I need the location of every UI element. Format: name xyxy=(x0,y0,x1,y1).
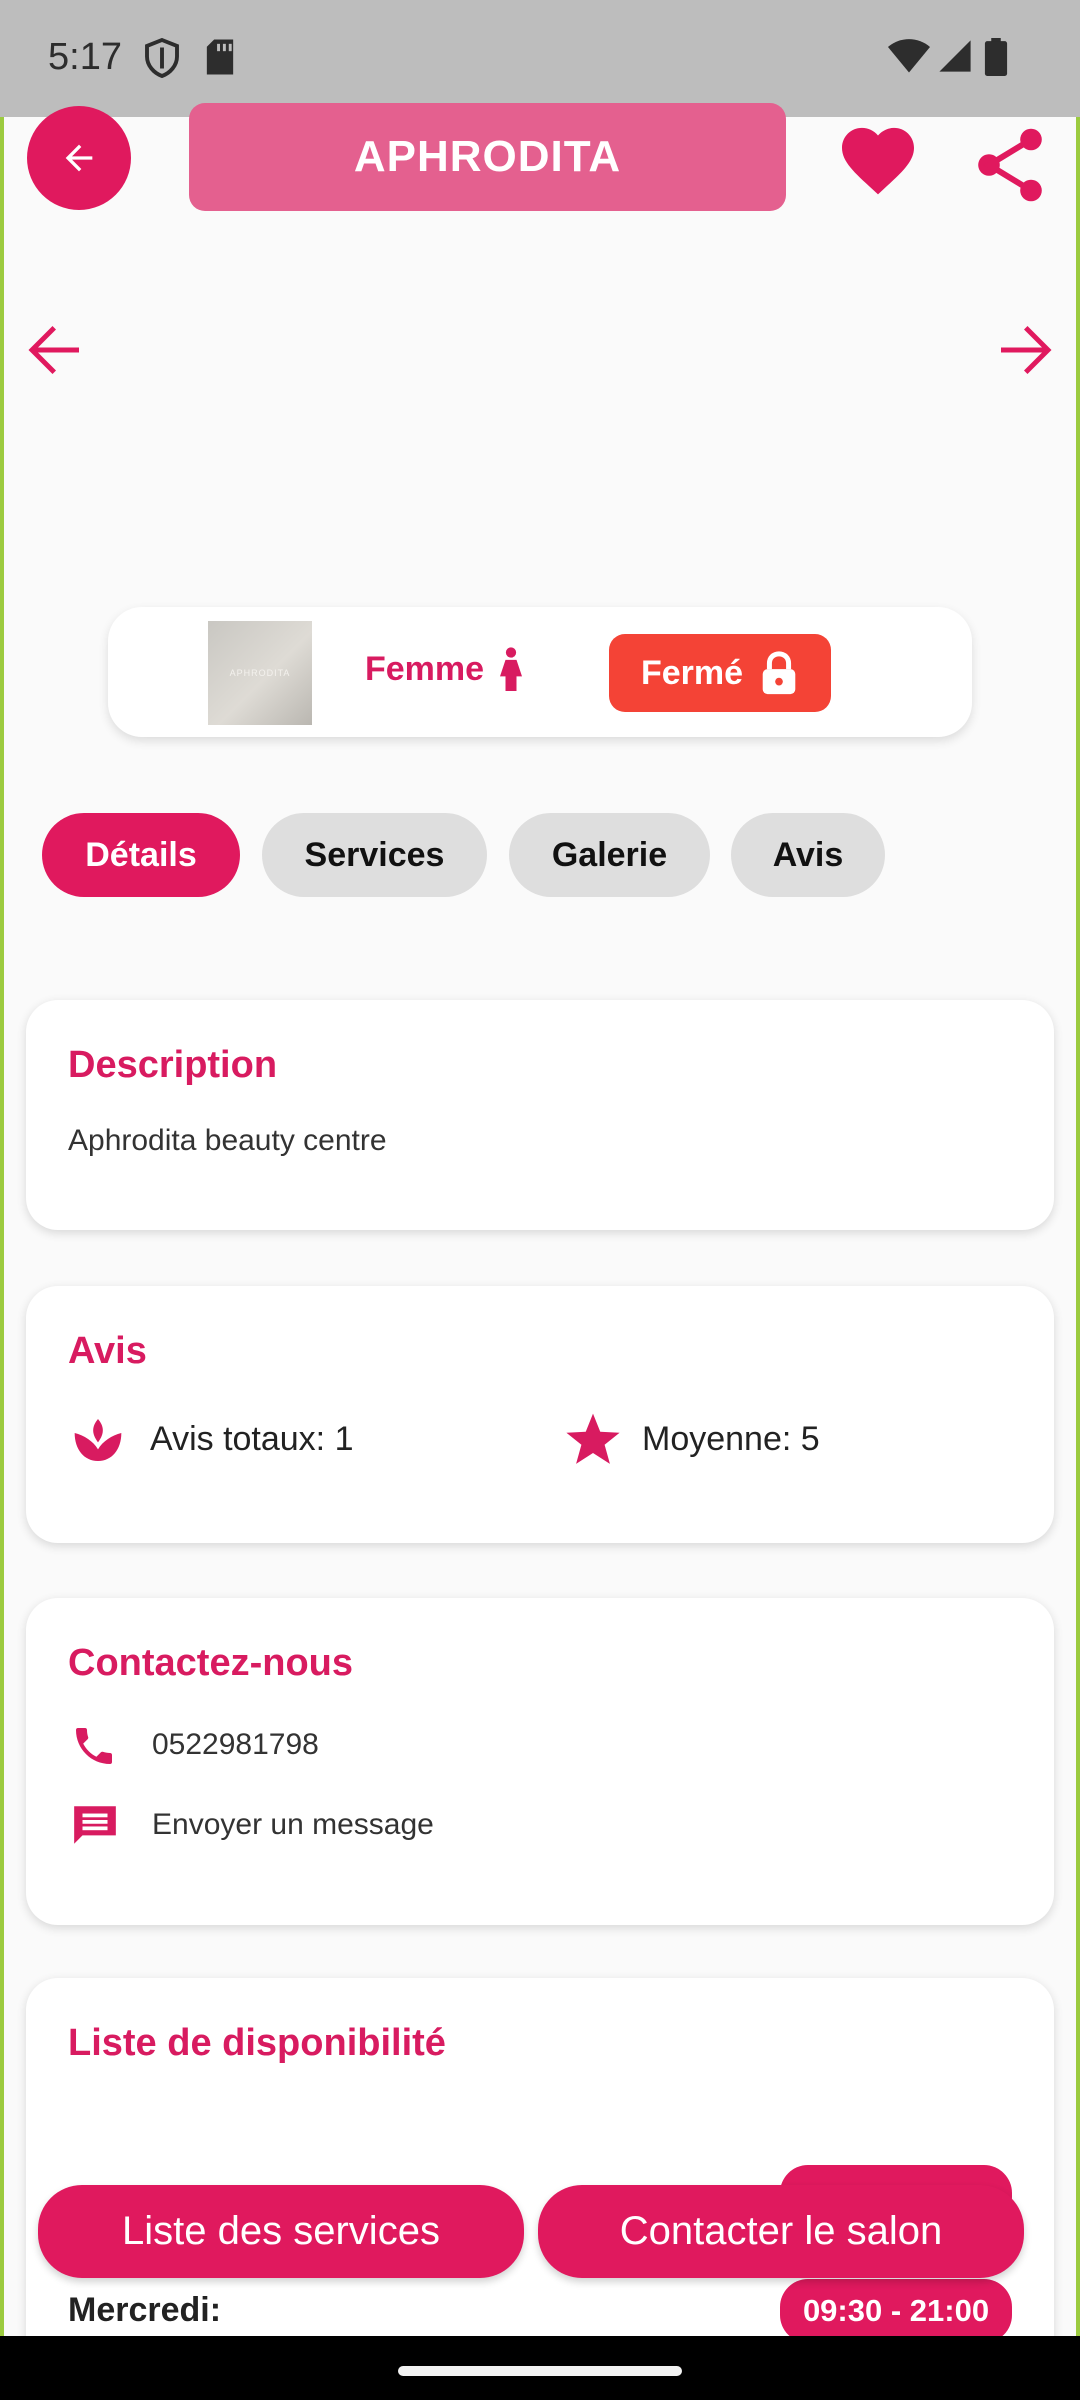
gender-label: Femme xyxy=(365,649,485,688)
status-badge: Fermé xyxy=(609,634,831,712)
page-title: APHRODITA xyxy=(189,103,786,211)
lotus-icon xyxy=(70,1412,126,1473)
contact-salon-button[interactable]: Contacter le salon xyxy=(538,2185,1024,2278)
arrow-back-icon xyxy=(65,144,93,172)
phone-icon xyxy=(70,1722,118,1775)
reviews-title: Avis xyxy=(68,1330,147,1372)
hours-badge: 09:30 - 21:00 xyxy=(780,2279,1012,2343)
phone-number: 0522981798 xyxy=(152,1728,319,1761)
battery-icon xyxy=(984,38,1008,81)
arrow-left-icon xyxy=(28,326,79,374)
average-rating: Moyenne: 5 xyxy=(642,1420,820,1458)
services-list-button[interactable]: Liste des services xyxy=(38,2185,524,2278)
status-bar: 5:17 xyxy=(0,0,1080,117)
share-button[interactable] xyxy=(974,126,1046,209)
sd-card-icon xyxy=(205,38,235,81)
contact-title: Contactez-nous xyxy=(68,1642,353,1684)
availability-title: Liste de disponibilité xyxy=(68,2022,446,2064)
tab-reviews[interactable]: Avis xyxy=(731,813,885,897)
frame-edge-right xyxy=(1076,0,1080,2336)
carousel-next-button[interactable] xyxy=(996,320,1056,385)
total-reviews: Avis totaux: 1 xyxy=(150,1420,354,1458)
reviews-card: Avis Avis totaux: 1 Moyenne: 5 xyxy=(26,1286,1054,1543)
send-message-label: Envoyer un message xyxy=(152,1808,434,1841)
back-button[interactable] xyxy=(27,106,131,210)
navigation-bar xyxy=(0,2336,1080,2400)
tab-details[interactable]: Détails xyxy=(42,813,240,897)
heart-icon xyxy=(842,127,914,195)
share-icon xyxy=(978,128,1042,202)
gender-indicator: Femme xyxy=(365,647,524,691)
signal-icon xyxy=(938,38,972,79)
chat-icon xyxy=(70,1800,120,1855)
description-card: Description Aphrodita beauty centre xyxy=(26,1000,1054,1230)
contact-card: Contactez-nous 0522981798 Envoyer un mes… xyxy=(26,1598,1054,1925)
status-label: Fermé xyxy=(640,653,744,692)
day-label: Mercredi: xyxy=(68,2291,222,2329)
tab-services[interactable]: Services xyxy=(262,813,487,897)
star-icon xyxy=(564,1410,622,1473)
woman-icon xyxy=(500,647,523,691)
shield-icon xyxy=(144,37,180,83)
carousel-prev-button[interactable] xyxy=(24,320,84,385)
thumbnail-logo-text: APHRODITA xyxy=(229,668,291,678)
description-text: Aphrodita beauty centre xyxy=(68,1124,387,1157)
tab-gallery[interactable]: Galerie xyxy=(509,813,710,897)
salon-info-card: APHRODITA Femme Fermé xyxy=(108,607,972,737)
home-gesture-handle[interactable] xyxy=(398,2366,682,2376)
status-time: 5:17 xyxy=(48,36,122,78)
frame-edge-left xyxy=(0,0,4,2336)
description-title: Description xyxy=(68,1044,278,1086)
lock-icon xyxy=(762,651,796,695)
salon-thumbnail[interactable]: APHRODITA xyxy=(208,621,312,725)
favorite-button[interactable] xyxy=(838,124,918,201)
arrow-right-icon xyxy=(1001,326,1052,374)
wifi-icon xyxy=(888,38,930,79)
